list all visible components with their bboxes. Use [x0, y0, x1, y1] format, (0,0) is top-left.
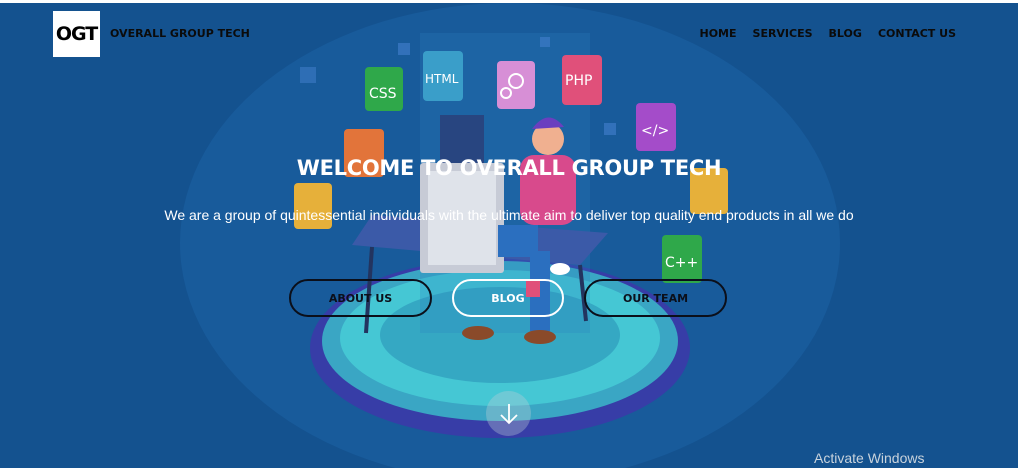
hero-title: WELCOME TO OVERALL GROUP TECH [296, 156, 722, 180]
scroll-down-button[interactable] [486, 391, 531, 436]
blog-button[interactable]: BLOG [452, 279, 564, 317]
logo[interactable]: OGT [53, 11, 100, 57]
logo-text: OGT [55, 23, 98, 45]
svg-text:PHP: PHP [565, 73, 592, 89]
about-us-button[interactable]: ABOUT US [289, 279, 432, 317]
nav-services[interactable]: SERVICES [753, 27, 813, 40]
svg-text:HTML: HTML [425, 72, 459, 86]
svg-text:</>: </> [641, 123, 669, 139]
svg-text:CSS: CSS [369, 86, 397, 102]
hero-section: CSS HTML PHP </> C++ OGT OVERALL GROUP T… [0, 3, 1018, 468]
hero-subtitle: We are a group of quintessential individ… [164, 207, 854, 223]
our-team-button[interactable]: OUR TEAM [584, 279, 727, 317]
brand-name[interactable]: OVERALL GROUP TECH [110, 27, 250, 40]
nav-home[interactable]: HOME [699, 27, 736, 40]
main-nav: HOME SERVICES BLOG CONTACT US [699, 27, 956, 40]
nav-blog[interactable]: BLOG [829, 27, 862, 40]
nav-contact-us[interactable]: CONTACT US [878, 27, 956, 40]
activate-windows-watermark: Activate Windows [814, 450, 925, 466]
arrow-down-icon [499, 403, 518, 424]
svg-text:C++: C++ [665, 255, 698, 271]
